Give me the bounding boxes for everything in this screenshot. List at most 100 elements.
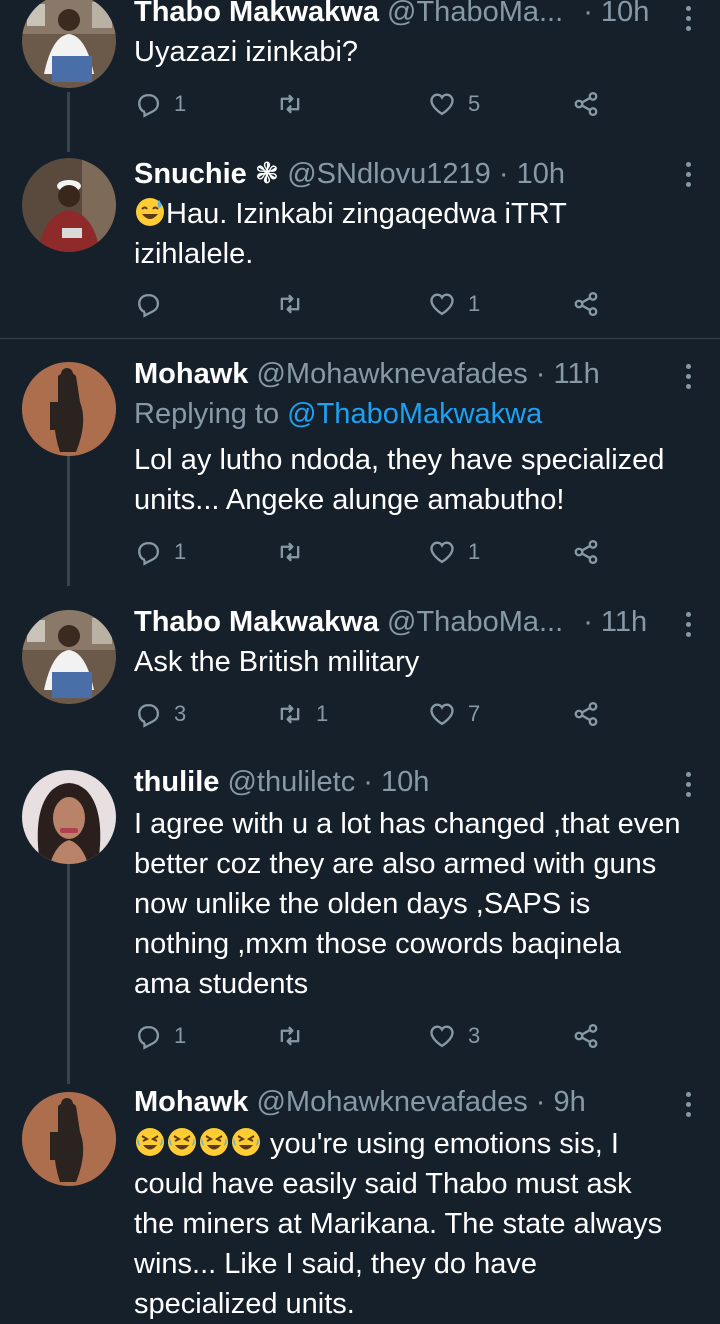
share-icon [572, 290, 600, 318]
tweet-header: thulile @thuliletc · 10h [134, 766, 680, 799]
reply-icon [134, 290, 162, 318]
timestamp[interactable]: · 10h [499, 158, 565, 190]
reply-count: 3 [174, 701, 187, 726]
like-button[interactable]: 5 [428, 86, 480, 122]
timestamp[interactable]: · 9h [536, 1086, 586, 1118]
display-name[interactable]: Mohawk [134, 358, 248, 390]
reply-button[interactable] [134, 286, 162, 322]
tweet-text-line: Hau. Izinkabi zingaqedwa iTRT [166, 198, 567, 230]
reply-count: 1 [174, 1023, 187, 1048]
rofl-emoji [134, 1126, 166, 1158]
handle[interactable]: @SNdlovu1219 [287, 158, 491, 190]
like-count: 3 [468, 1023, 481, 1048]
replying-to-label: Replying to [134, 398, 280, 430]
timestamp[interactable]: · 11h [583, 606, 647, 638]
tweet-header: Snuchie ❃ @SNdlovu1219 · 10h [134, 156, 680, 191]
timestamp[interactable]: · 10h [583, 0, 649, 28]
like-button[interactable]: 1 [428, 534, 480, 570]
retweet-button[interactable] [276, 534, 304, 570]
handle[interactable]: @Mohawknevafades [256, 358, 527, 390]
tweet-text-line: units... Angeke alunge amabutho! [134, 484, 565, 516]
more-icon[interactable] [686, 612, 694, 642]
reply-button[interactable]: 1 [134, 534, 186, 570]
retweet-button[interactable] [276, 286, 304, 322]
rofl-emoji [166, 1126, 198, 1158]
reply-button[interactable]: 1 [134, 86, 186, 122]
display-name[interactable]: Thabo Makwakwa [134, 0, 379, 28]
handle[interactable]: @ThaboMa... [387, 0, 563, 28]
retweet-button[interactable] [276, 1018, 304, 1054]
tweet-text: Ask the British military [134, 646, 420, 678]
retweet-icon [276, 290, 304, 318]
tweet-actions: 1 [134, 286, 604, 322]
avatar[interactable] [22, 770, 116, 864]
retweet-button[interactable]: 1 [276, 696, 328, 732]
like-count: 1 [468, 291, 481, 316]
tweet-actions: 1 3 [134, 1018, 604, 1054]
tweet-4[interactable]: Thabo Makwakwa @ThaboMa... · 11h Ask the… [0, 590, 720, 750]
more-icon[interactable] [686, 364, 694, 394]
tweet-actions: 1 5 [134, 86, 604, 122]
avatar[interactable] [22, 362, 116, 456]
like-count: 7 [468, 701, 481, 726]
avatar[interactable] [22, 1092, 116, 1186]
like-button[interactable]: 3 [428, 1018, 480, 1054]
tweet-text: Hau. Izinkabi zingaqedwa iTRT izihlalele… [134, 194, 700, 274]
tweet-text-line: ama students [134, 968, 309, 1000]
tweet-text-line: could have easily said Thabo must ask [134, 1168, 632, 1200]
retweet-icon [276, 538, 304, 566]
reply-button[interactable]: 3 [134, 696, 186, 732]
rofl-emoji [230, 1126, 262, 1158]
display-name[interactable]: Snuchie ❃ [134, 158, 279, 190]
like-icon [428, 538, 456, 566]
divider [0, 338, 720, 339]
avatar[interactable] [22, 0, 116, 88]
reply-icon [134, 700, 162, 728]
tweet-text-line: nothing ,mxm those cowords baqinela [134, 928, 621, 960]
reply-icon [134, 1022, 162, 1050]
like-button[interactable]: 1 [428, 286, 480, 322]
tweet-text-line: better coz they are also armed with guns [134, 848, 657, 880]
like-icon [428, 1022, 456, 1050]
timestamp[interactable]: · 10h [363, 766, 429, 798]
reply-count: 1 [174, 539, 187, 564]
display-name[interactable]: Mohawk [134, 1086, 248, 1118]
display-name[interactable]: thulile [134, 766, 219, 798]
timestamp[interactable]: · 11h [536, 358, 600, 390]
share-button[interactable] [572, 86, 600, 122]
handle[interactable]: @Mohawknevafades [256, 1086, 527, 1118]
like-icon [428, 290, 456, 318]
reply-button[interactable]: 1 [134, 1018, 186, 1054]
more-icon[interactable] [686, 772, 694, 802]
rofl-emoji [198, 1126, 230, 1158]
tweet-actions: 1 1 [134, 534, 604, 570]
tweet-1[interactable]: Thabo Makwakwa @ThaboMa... · 10h Uyazazi… [0, 0, 720, 152]
replying-to-link[interactable]: @ThaboMakwakwa [287, 398, 542, 430]
more-icon[interactable] [686, 162, 694, 192]
retweet-button[interactable] [276, 86, 304, 122]
tweet-header: Thabo Makwakwa @ThaboMa... · 11h [134, 606, 680, 639]
retweet-icon [276, 1022, 304, 1050]
tweet-header: Thabo Makwakwa @ThaboMa... · 10h [134, 0, 680, 29]
share-button[interactable] [572, 534, 600, 570]
share-button[interactable] [572, 286, 600, 322]
tweet-3[interactable]: Mohawk @Mohawknevafades · 11h Replying t… [0, 340, 720, 590]
tweet-text-line: you're using emotions sis, I [262, 1128, 619, 1160]
tweet-text-line: the miners at Marikana. The state always [134, 1208, 663, 1240]
tweet-5[interactable]: thulile @thuliletc · 10h I agree with u … [0, 750, 720, 1084]
like-count: 1 [468, 539, 481, 564]
reply-icon [134, 90, 162, 118]
share-button[interactable] [572, 1018, 600, 1054]
share-button[interactable] [572, 696, 600, 732]
handle[interactable]: @ThaboMa... [387, 606, 563, 638]
display-name[interactable]: Thabo Makwakwa [134, 606, 379, 638]
more-icon[interactable] [686, 1092, 694, 1122]
tweet-header: Mohawk @Mohawknevafades · 9h [134, 1086, 680, 1119]
like-button[interactable]: 7 [428, 696, 480, 732]
handle[interactable]: @thuliletc [227, 766, 355, 798]
grinning-sweat-emoji [134, 196, 166, 228]
avatar[interactable] [22, 158, 116, 252]
tweet-2[interactable]: Snuchie ❃ @SNdlovu1219 · 10h Hau. Izinka… [0, 140, 720, 340]
avatar[interactable] [22, 610, 116, 704]
tweet-6[interactable]: Mohawk @Mohawknevafades · 9h you're usin… [0, 1070, 720, 1324]
